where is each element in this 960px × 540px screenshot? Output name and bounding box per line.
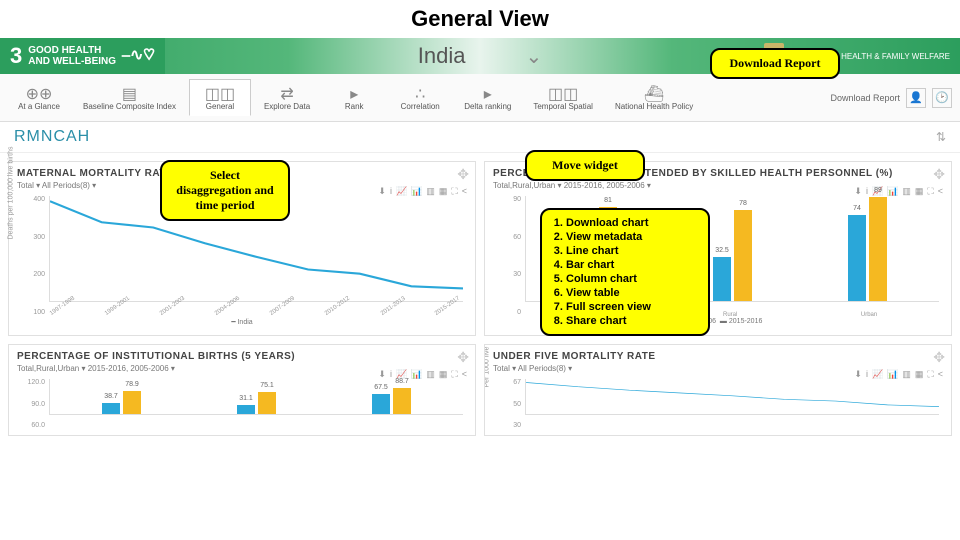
baseline-icon: ▤ [122,84,137,102]
tab-temporal[interactable]: ◫◫Temporal Spatial [524,79,602,116]
section-title: RMNCAH [14,128,90,146]
callout-toolbar-legend: Download chart View metadata Line chart … [540,208,710,336]
callout-download-report: Download Report [710,48,840,79]
sdg-badge: 3 GOOD HEALTH AND WELL-BEING ⎯∿♡ [0,38,165,74]
y-axis-label: Per 1000 live births [484,344,491,388]
y-axis: 675030 [493,379,521,429]
tab-general[interactable]: ◫◫General [189,79,251,116]
tab-at-a-glance[interactable]: ⊕⊕At a Glance [8,79,70,116]
chart-u5mr: Per 1000 live births 675030 [493,379,943,429]
chart-institutional: 120.090.060.0 38.778.9 31.175.1 67.588.7 [17,379,467,429]
widget-title: PERCENTAGE OF INSTITUTIONAL BIRTHS (5 YE… [17,351,467,362]
widget-institutional-births: ✥ PERCENTAGE OF INSTITUTIONAL BIRTHS (5 … [8,344,476,436]
history-button[interactable]: 🕑 [932,88,952,108]
tab-baseline[interactable]: ▤Baseline Composite Index [74,79,185,116]
plot-area [525,379,939,415]
country-selector[interactable]: India ⌄ [418,43,542,69]
move-handle[interactable]: ✥ [933,166,945,183]
move-handle[interactable]: ✥ [933,349,945,366]
legend: ━ India [17,318,467,326]
widget-title: UNDER FIVE MORTALITY RATE [493,351,943,362]
callout-move-widget: Move widget [525,150,645,181]
y-axis: 120.090.060.0 [17,379,45,429]
sdg-number: 3 [10,44,22,68]
reorder-icon[interactable]: ⇅ [936,130,946,144]
x-axis: 1997-19981999-20012001-20032004-20062007… [49,312,463,318]
user-button[interactable]: 👤 [906,88,926,108]
tab-correlation[interactable]: ∴Correlation [389,79,451,116]
tab-explore[interactable]: ⇄Explore Data [255,79,319,116]
move-handle[interactable]: ✥ [457,166,469,183]
slide-title: General View [0,0,960,38]
plot-area: 38.778.9 31.175.1 67.588.7 [49,379,463,415]
tab-rank[interactable]: ▸Rank [323,79,385,116]
y-axis: 400300200100 [17,196,45,316]
explore-icon: ⇄ [280,84,293,102]
move-handle[interactable]: ✥ [457,349,469,366]
sdg-label: GOOD HEALTH AND WELL-BEING [28,45,116,67]
tab-bar: ⊕⊕At a Glance ▤Baseline Composite Index … [0,74,960,122]
chevron-down-icon: ⌄ [525,44,542,69]
widget-grid: ✥ MATERNAL MORTALITY RATIO Total ▾ All P… [0,153,960,444]
widget-u5mr: ✥ UNDER FIVE MORTALITY RATE Total ▾ All … [484,344,952,436]
heartbeat-icon: ⎯∿♡ [122,47,155,65]
tab-nhp[interactable]: ⛴National Health Policy [606,79,702,116]
country-name: India [418,43,466,69]
delta-icon: ▸ [484,84,492,102]
y-axis-label: Deaths per 100,000 live births [8,147,15,240]
tab-delta[interactable]: ▸Delta ranking [455,79,520,116]
nhp-icon: ⛴ [644,84,664,102]
general-icon: ◫◫ [205,84,235,102]
section-header: RMNCAH ⇅ [0,122,960,153]
glance-icon: ⊕⊕ [26,84,53,102]
rank-icon: ▸ [350,84,358,102]
download-report-link[interactable]: Download Report [830,93,900,103]
correlation-icon: ∴ [415,84,425,102]
callout-select-disaggregation: Select disaggregation and time period [160,160,290,221]
temporal-icon: ◫◫ [548,84,578,102]
y-axis: 9060300 [493,196,521,316]
